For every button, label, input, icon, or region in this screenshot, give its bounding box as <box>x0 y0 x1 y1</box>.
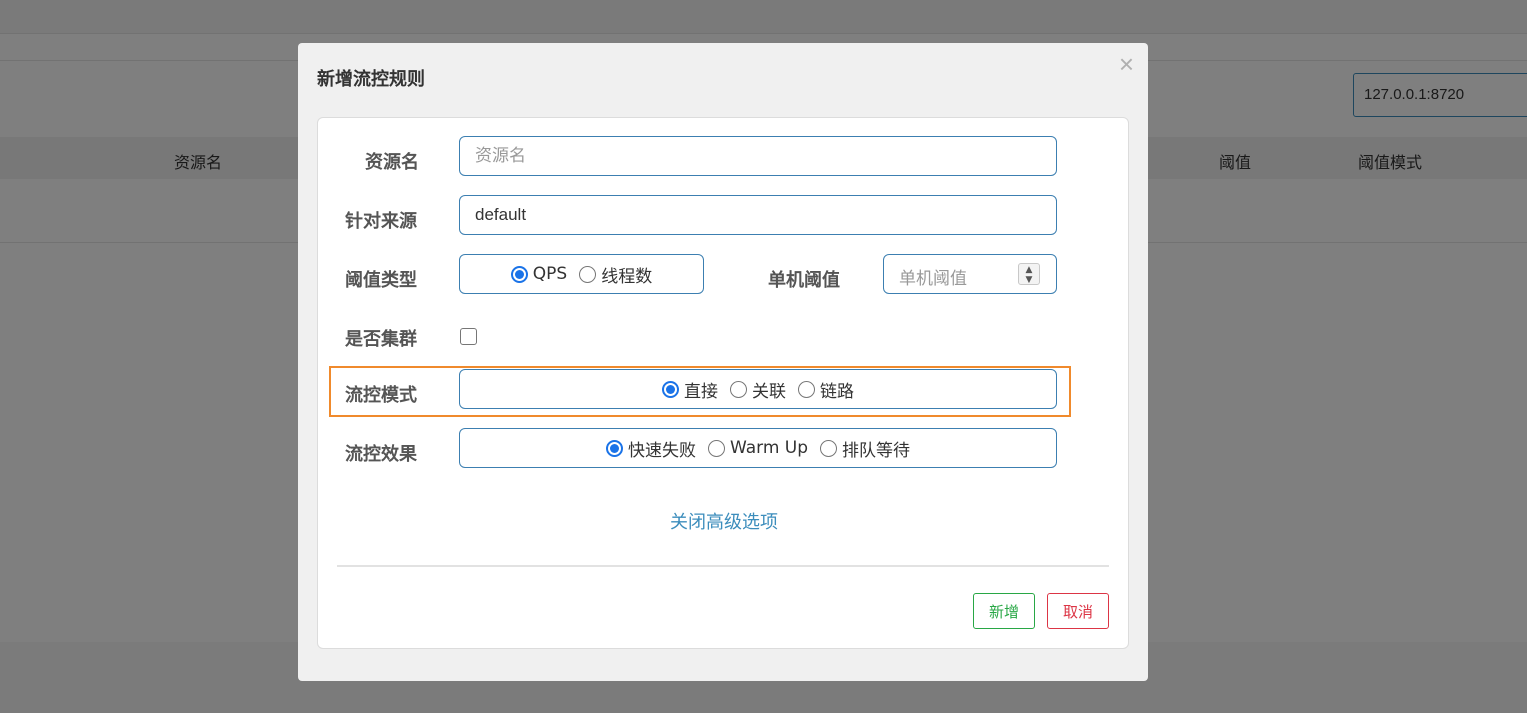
resource-label: 资源名 <box>365 152 419 173</box>
radio-unselected-icon <box>798 380 815 398</box>
radio-label: 排队等待 <box>842 440 911 461</box>
divider <box>337 565 1109 567</box>
radio-selected-icon <box>662 380 679 398</box>
flow-effect-label: 流控效果 <box>345 444 417 465</box>
radio-label: 快速失败 <box>627 440 696 461</box>
single-threshold-input[interactable]: 单机阈值 ▲ ▼ <box>883 254 1057 294</box>
add-button[interactable]: 新增 <box>973 593 1035 629</box>
radio-label: 关联 <box>752 381 786 402</box>
cluster-checkbox[interactable] <box>460 328 477 345</box>
dialog-form: 资源名 针对来源 阈值类型 QPS 线程数 单机阈值 单机阈值 ▲▼ 是否集群 <box>317 117 1129 649</box>
threshold-type-label: 阈值类型 <box>345 270 417 291</box>
cancel-button[interactable]: 取消 <box>1047 593 1109 629</box>
radio-thread-count[interactable]: 线程数 <box>579 262 652 287</box>
radio-label: 链路 <box>820 381 854 402</box>
close-advanced-options-link[interactable]: 关闭高级选项 <box>318 508 1130 534</box>
radio-warm-up[interactable]: Warm Up <box>707 438 809 458</box>
cluster-label: 是否集群 <box>345 329 417 350</box>
radio-fast-fail[interactable]: 快速失败 <box>605 436 696 461</box>
radio-queue[interactable]: 排队等待 <box>820 436 910 461</box>
single-threshold-label: 单机阈值 <box>768 270 840 291</box>
add-flow-rule-dialog: 新增流控规则 × 资源名 针对来源 阈值类型 QPS 线程数 单机阈值 单机阈值… <box>298 43 1148 681</box>
radio-label: 线程数 <box>601 266 653 287</box>
radio-selected-icon <box>510 265 528 283</box>
radio-unselected-icon <box>579 265 597 283</box>
flow-mode-group: 直接 关联 链路 <box>459 369 1057 409</box>
number-spinner-icon[interactable]: ▲ ▼ <box>1018 263 1040 285</box>
radio-associated[interactable]: 关联 <box>730 377 786 402</box>
single-threshold-placeholder: 单机阈值 <box>899 269 967 289</box>
flow-effect-group: 快速失败 Warm Up 排队等待 <box>459 428 1057 468</box>
radio-chain[interactable]: 链路 <box>798 377 854 402</box>
source-label: 针对来源 <box>345 211 417 232</box>
resource-name-input[interactable] <box>459 136 1057 176</box>
flow-mode-label: 流控模式 <box>345 385 417 406</box>
radio-unselected-icon <box>730 380 747 398</box>
radio-label: QPS <box>532 264 568 284</box>
radio-selected-icon <box>605 439 623 457</box>
radio-direct[interactable]: 直接 <box>662 377 718 402</box>
close-icon[interactable]: × <box>1119 49 1134 80</box>
dialog-title: 新增流控规则 <box>317 69 425 90</box>
radio-label: 直接 <box>684 381 718 402</box>
radio-qps[interactable]: QPS <box>510 264 568 284</box>
radio-unselected-icon <box>707 439 725 457</box>
threshold-type-group: QPS 线程数 <box>459 254 704 294</box>
radio-unselected-icon <box>820 439 838 457</box>
source-input[interactable] <box>459 195 1057 235</box>
radio-label: Warm Up <box>729 438 809 458</box>
